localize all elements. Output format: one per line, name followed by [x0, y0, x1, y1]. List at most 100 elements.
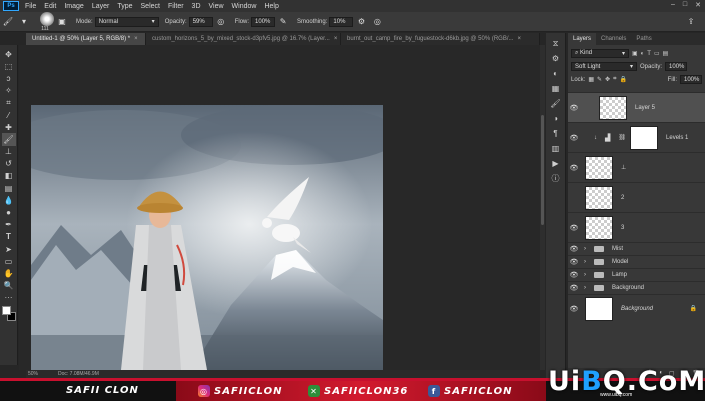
visibility-eye-icon[interactable]: 👁	[568, 164, 580, 172]
properties-icon[interactable]: ⚙	[550, 53, 562, 64]
brush-tool-icon[interactable]: 🖌	[2, 16, 14, 28]
path-select-tool-icon[interactable]: ➤	[2, 243, 16, 255]
brush-tool-icon[interactable]: 🖌	[1, 133, 16, 146]
visibility-eye-icon[interactable]: 👁	[568, 224, 580, 232]
visibility-eye-icon[interactable]: 👁	[568, 258, 580, 266]
crop-tool-icon[interactable]: ⌗	[2, 97, 16, 109]
gear-icon[interactable]: ⚙	[355, 16, 367, 28]
document-canvas[interactable]	[31, 105, 383, 370]
visibility-eye-icon[interactable]: 👁	[568, 104, 580, 112]
shape-tool-icon[interactable]: ▭	[2, 255, 16, 267]
visibility-eye-icon[interactable]: 👁	[568, 245, 580, 253]
zoom-level[interactable]: 50%	[28, 371, 38, 377]
fill-input[interactable]: 100%	[680, 75, 702, 84]
menu-edit[interactable]: Edit	[40, 3, 60, 10]
smart-object-filter-icon[interactable]: ▤	[663, 50, 669, 57]
lock-all-icon[interactable]: 🔒	[619, 76, 626, 83]
layer-opacity-input[interactable]: 100%	[665, 62, 688, 71]
libraries-icon[interactable]: ▥	[550, 143, 562, 154]
lock-paint-icon[interactable]: ✎	[597, 76, 602, 83]
chevron-right-icon[interactable]: ›	[584, 272, 586, 278]
clone-stamp-tool-icon[interactable]: ⊥	[2, 146, 16, 158]
close-icon[interactable]: ×	[334, 36, 338, 42]
brush-preset-picker[interactable]: 111	[36, 11, 54, 32]
menu-3d[interactable]: 3D	[188, 3, 205, 10]
vertical-scrollbar[interactable]	[540, 45, 545, 370]
zoom-tool-icon[interactable]: 🔍	[2, 280, 16, 292]
tab-custom-horizons[interactable]: custom_horizons_5_by_mixed_stock-d3pfv5.…	[146, 33, 341, 45]
type-filter-icon[interactable]: T	[647, 51, 651, 57]
lock-position-icon[interactable]: ✥	[605, 76, 610, 83]
layer-row-2[interactable]: 2	[568, 182, 705, 212]
menu-file[interactable]: File	[21, 3, 40, 10]
airbrush-icon[interactable]: ✎	[277, 16, 289, 28]
menu-layer[interactable]: Layer	[88, 3, 114, 10]
color-icon[interactable]: ◐	[550, 68, 562, 79]
scroll-thumb[interactable]	[541, 115, 544, 225]
healing-brush-tool-icon[interactable]: ✚	[2, 121, 16, 133]
eraser-tool-icon[interactable]: ◧	[2, 170, 16, 182]
paragraph-icon[interactable]: ¶	[550, 128, 562, 139]
opacity-input[interactable]: 59%	[188, 16, 213, 27]
layer-group-model[interactable]: 👁 › Model	[568, 255, 705, 268]
blur-tool-icon[interactable]: 💧	[2, 194, 16, 206]
marquee-tool-icon[interactable]: ⬚	[2, 60, 16, 72]
menu-help[interactable]: Help	[260, 3, 282, 10]
dodge-tool-icon[interactable]: ●	[2, 206, 16, 218]
gradient-tool-icon[interactable]: ▤	[2, 182, 16, 194]
canvas-workspace[interactable]	[19, 45, 540, 370]
info-icon[interactable]: ⓘ	[550, 173, 562, 184]
menu-select[interactable]: Select	[137, 3, 164, 10]
pen-tool-icon[interactable]: ✒	[2, 219, 16, 231]
shape-filter-icon[interactable]: ▭	[654, 50, 660, 57]
maximize-button[interactable]: □	[683, 1, 687, 9]
pressure-size-icon[interactable]: ◎	[371, 16, 383, 28]
history-icon[interactable]: ⧖	[550, 38, 562, 49]
close-icon[interactable]: ×	[134, 36, 138, 42]
layer-row-background[interactable]: 👁 Background 🔒	[568, 294, 705, 322]
close-button[interactable]: ✕	[695, 1, 701, 9]
eyedropper-tool-icon[interactable]: ⁄	[2, 109, 16, 121]
swatches-icon[interactable]: ▦	[550, 83, 562, 94]
share-icon[interactable]: ⇪	[685, 16, 697, 28]
pixel-filter-icon[interactable]: ▣	[632, 50, 638, 57]
layer-group-lamp[interactable]: 👁 › Lamp	[568, 268, 705, 281]
adjustments-icon[interactable]: ◑	[550, 113, 562, 124]
visibility-eye-icon[interactable]: 👁	[568, 284, 580, 292]
tab-burnt-out-camp-fire[interactable]: burnt_out_camp_fire_by_fuguestock-d6kb.j…	[341, 33, 540, 45]
actions-icon[interactable]: ▶	[550, 158, 562, 169]
layer-row-pixel[interactable]: 👁 ⊥	[568, 152, 705, 182]
mode-select[interactable]: Normal ▾	[94, 16, 159, 27]
layer-row-layer-5[interactable]: 👁 Layer 5	[568, 92, 705, 122]
more-tools-icon[interactable]: ···	[2, 292, 16, 304]
visibility-eye-icon[interactable]: 👁	[568, 271, 580, 279]
chevron-right-icon[interactable]: ›	[584, 285, 586, 291]
history-brush-tool-icon[interactable]: ↺	[2, 158, 16, 170]
color-swatches[interactable]	[1, 305, 16, 322]
layer-group-background[interactable]: 👁 › Background	[568, 281, 705, 294]
layer-kind-filter[interactable]: ⌕ Kind ▾	[571, 49, 629, 58]
lock-artboard-icon[interactable]: ⌗	[613, 76, 616, 83]
layer-row-3[interactable]: 👁 3	[568, 212, 705, 242]
quick-select-tool-icon[interactable]: ✧	[2, 85, 16, 97]
minimize-button[interactable]: –	[671, 1, 675, 9]
type-tool-icon[interactable]: T	[2, 231, 16, 243]
chevron-right-icon[interactable]: ›	[584, 246, 586, 252]
close-icon[interactable]: ×	[518, 36, 522, 42]
lock-pixels-icon[interactable]: ▦	[588, 76, 594, 83]
move-tool-icon[interactable]: ✥	[2, 48, 16, 60]
menu-window[interactable]: Window	[228, 3, 261, 10]
tab-paths[interactable]: Paths	[631, 33, 656, 45]
layer-row-levels-1[interactable]: 👁 ↓ ▟ ⛓ Levels 1	[568, 122, 705, 152]
visibility-eye-icon[interactable]: 👁	[568, 134, 580, 142]
flow-input[interactable]: 100%	[251, 16, 276, 27]
blend-mode-select[interactable]: Soft Light ▾	[571, 62, 637, 71]
lasso-tool-icon[interactable]: ↄ	[2, 72, 16, 84]
hand-tool-icon[interactable]: ✋	[2, 267, 16, 279]
brush-settings-icon[interactable]: 🖌	[550, 98, 562, 109]
tab-untitled-1[interactable]: Untitled-1 @ 50% (Layer 5, RGB/8) * ×	[26, 33, 146, 45]
visibility-eye-icon[interactable]: 👁	[568, 305, 580, 313]
menu-view[interactable]: View	[205, 3, 228, 10]
tab-channels[interactable]: Channels	[596, 33, 631, 45]
chevron-down-icon[interactable]: ▾	[18, 16, 30, 28]
